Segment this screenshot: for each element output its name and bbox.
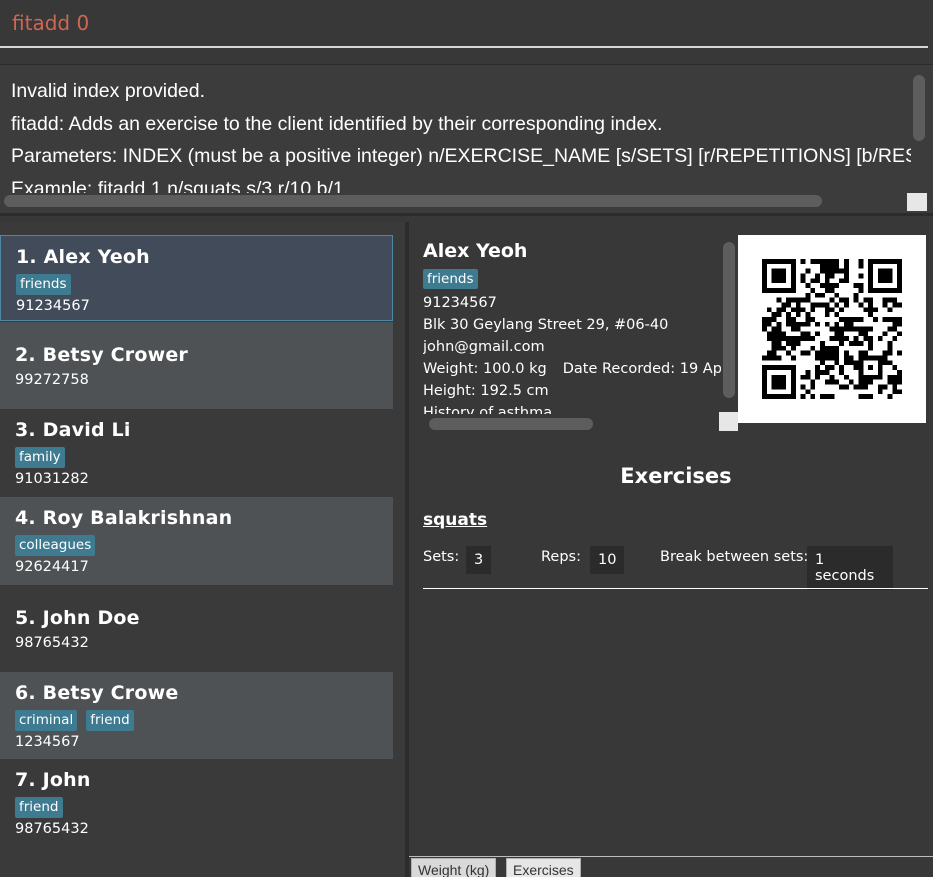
person-card[interactable]: 6. Betsy Crowe criminal friend 1234567 [0, 672, 393, 759]
person-name: 4. Roy Balakrishnan [15, 507, 233, 529]
person-name: 5. John Doe [15, 607, 140, 629]
detail-phone: 91234567 [423, 295, 497, 311]
sets-label: Sets: [423, 549, 460, 565]
detail-tag: friends [423, 269, 478, 289]
person-phone: 98765432 [15, 635, 89, 651]
scroll-corner [719, 412, 738, 431]
person-name: 1. Alex Yeoh [16, 246, 150, 268]
detail-address: Blk 30 Geylang Street 29, #06-40 [423, 317, 669, 333]
detail-name: Alex Yeoh [423, 240, 528, 262]
command-input[interactable] [0, 0, 928, 48]
person-card[interactable]: 1. Alex Yeoh friends 91234567 [0, 235, 393, 321]
person-list: 1. Alex Yeoh friends 91234567 2. Betsy C… [0, 222, 405, 877]
exercises-title: Exercises [620, 464, 732, 488]
result-display: Invalid index provided. fitadd: Adds an … [0, 64, 933, 216]
sets-value: 3 [466, 546, 492, 574]
person-name: 6. Betsy Crowe [15, 682, 179, 704]
person-card[interactable]: 4. Roy Balakrishnan colleagues 92624417 [0, 497, 393, 585]
person-card[interactable]: 3. David Li family 91031282 [0, 409, 393, 497]
break-value: 1 seconds [807, 546, 893, 590]
person-name: 7. John [15, 769, 91, 791]
result-vertical-scrollbar[interactable] [913, 75, 925, 141]
tab-bar: Weight (kg) Exercises [409, 856, 933, 877]
detail-note: History of asthma [423, 405, 553, 414]
person-tag: friends [16, 274, 71, 295]
person-phone: 99272758 [15, 372, 89, 388]
detail-email: john@gmail.com [423, 339, 545, 355]
person-phone: 91031282 [15, 471, 89, 487]
result-horizontal-scrollbar[interactable] [4, 195, 822, 207]
detail-pane: Alex Yeoh friends 91234567 Blk 30 Geylan… [409, 222, 933, 877]
reps-label: Reps: [541, 549, 581, 565]
break-label: Break between sets: [660, 549, 809, 565]
person-card[interactable]: 5. John Doe 98765432 [0, 585, 393, 672]
person-phone: 92624417 [15, 559, 89, 575]
detail-height: Height: 192.5 cm [423, 383, 549, 399]
result-text: Invalid index provided. fitadd: Adds an … [11, 75, 911, 193]
scroll-corner [907, 193, 927, 211]
result-line: fitadd: Adds an exercise to the client i… [11, 112, 663, 135]
result-line: Parameters: INDEX (must be a positive in… [11, 145, 911, 167]
result-line: Example: fitadd 1 n/squats s/3 r/10 b/1 [11, 177, 344, 194]
person-info: Alex Yeoh friends 91234567 Blk 30 Geylan… [423, 240, 721, 414]
info-horizontal-scrollbar[interactable] [429, 418, 593, 430]
person-card[interactable]: 7. John friend 98765432 [0, 759, 393, 847]
person-name: 3. David Li [15, 419, 131, 441]
detail-weight-row: Weight: 100.0 kg Date Recorded: 19 Apr [423, 358, 721, 380]
person-tag: criminal [15, 710, 78, 731]
person-card[interactable]: 2. Betsy Crower 99272758 [0, 322, 393, 409]
person-phone: 1234567 [15, 734, 80, 750]
detail-date-recorded: Date Recorded: 19 Apr [562, 361, 721, 377]
app-window: Invalid index provided. fitadd: Adds an … [0, 0, 933, 877]
command-box [0, 0, 933, 50]
info-vertical-scrollbar[interactable] [723, 242, 735, 398]
person-tag: colleagues [15, 535, 96, 556]
qr-code-icon [738, 235, 926, 423]
person-tag: friend [15, 797, 63, 818]
person-tag: family [15, 447, 65, 468]
exercise-row: Sets: 3 Reps: 10 Break between sets: 1 s… [423, 546, 893, 590]
person-phone: 98765432 [15, 821, 89, 837]
exercise-divider [423, 588, 928, 589]
detail-weight: Weight: 100.0 kg [423, 361, 547, 377]
person-phone: 91234567 [16, 298, 90, 314]
person-tag: friend [86, 710, 134, 731]
tab-exercises[interactable]: Exercises [506, 858, 581, 877]
tab-weight[interactable]: Weight (kg) [411, 858, 497, 877]
result-line: Invalid index provided. [11, 80, 206, 102]
exercise-name: squats [423, 510, 488, 530]
person-name: 2. Betsy Crower [15, 344, 188, 366]
reps-value: 10 [590, 546, 625, 574]
